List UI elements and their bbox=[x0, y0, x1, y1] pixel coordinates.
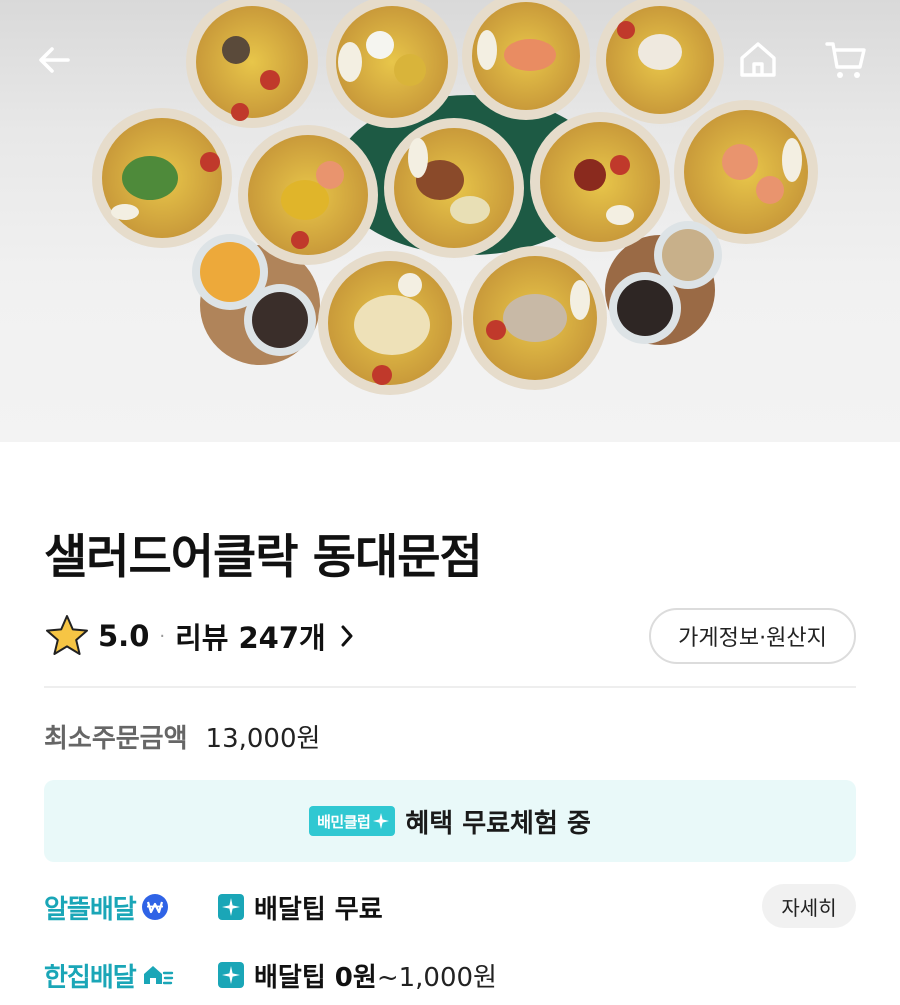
review-count: 247개 bbox=[238, 621, 326, 655]
store-name: 샐러드어클락 동대문점 bbox=[44, 530, 483, 585]
hero-image bbox=[0, 0, 900, 442]
won-coin-icon bbox=[141, 894, 168, 920]
delivery-option-single: 한집배달 배달팁 0원 ~1,000원 bbox=[44, 952, 856, 998]
cart-icon bbox=[825, 42, 866, 78]
delivery-type-label: 한집배달 bbox=[44, 962, 137, 993]
store-info-button[interactable]: 가게정보·원산지 bbox=[649, 608, 856, 664]
delivery-type-name: 알뜰배달 bbox=[44, 889, 218, 926]
review-link[interactable]: 리뷰 247개 bbox=[175, 615, 354, 657]
back-button[interactable] bbox=[26, 32, 82, 88]
chevron-right-icon bbox=[341, 625, 353, 647]
rating-value: 5.0 bbox=[98, 619, 150, 653]
baemin-club-badge: 배민클럽 bbox=[309, 806, 396, 836]
delivery-tip: 배달팁 0원 ~1,000원 bbox=[218, 957, 497, 994]
rating-row: 5.0 · 리뷰 247개 bbox=[44, 612, 354, 660]
cart-button[interactable] bbox=[818, 32, 874, 88]
divider bbox=[44, 686, 856, 688]
club-plus-icon bbox=[218, 894, 244, 920]
details-button[interactable]: 자세히 bbox=[762, 884, 856, 928]
delivery-tip-text: 배달팁 0원 bbox=[254, 962, 377, 993]
delivery-option-saver: 알뜰배달 배달팁 무료 자세히 bbox=[44, 884, 856, 930]
min-order-row: 최소주문금액 13,000원 bbox=[44, 716, 320, 756]
home-button[interactable] bbox=[730, 32, 786, 88]
delivery-tip-range: ~1,000원 bbox=[376, 962, 497, 993]
review-label: 리뷰 bbox=[175, 621, 229, 655]
min-order-value: 13,000원 bbox=[205, 723, 321, 754]
delivery-type-label: 알뜰배달 bbox=[44, 894, 137, 925]
sparkle-icon bbox=[373, 813, 390, 829]
min-order-label: 최소주문금액 bbox=[44, 723, 188, 754]
home-icon bbox=[740, 42, 776, 77]
delivery-type-name: 한집배달 bbox=[44, 957, 218, 994]
delivery-tip: 배달팁 무료 bbox=[218, 889, 383, 926]
star-icon bbox=[46, 615, 88, 655]
baemin-club-banner[interactable]: 배민클럽 혜택 무료체험 중 bbox=[44, 780, 856, 862]
club-plus-icon bbox=[218, 962, 244, 988]
arrow-left-icon bbox=[39, 47, 70, 73]
delivery-tip-text: 배달팁 무료 bbox=[254, 894, 383, 925]
club-badge-label: 배민클럽 bbox=[317, 812, 371, 831]
club-benefit-text: 혜택 무료체험 중 bbox=[405, 808, 591, 839]
separator-dot: · bbox=[159, 625, 166, 647]
house-speed-icon bbox=[143, 966, 173, 985]
